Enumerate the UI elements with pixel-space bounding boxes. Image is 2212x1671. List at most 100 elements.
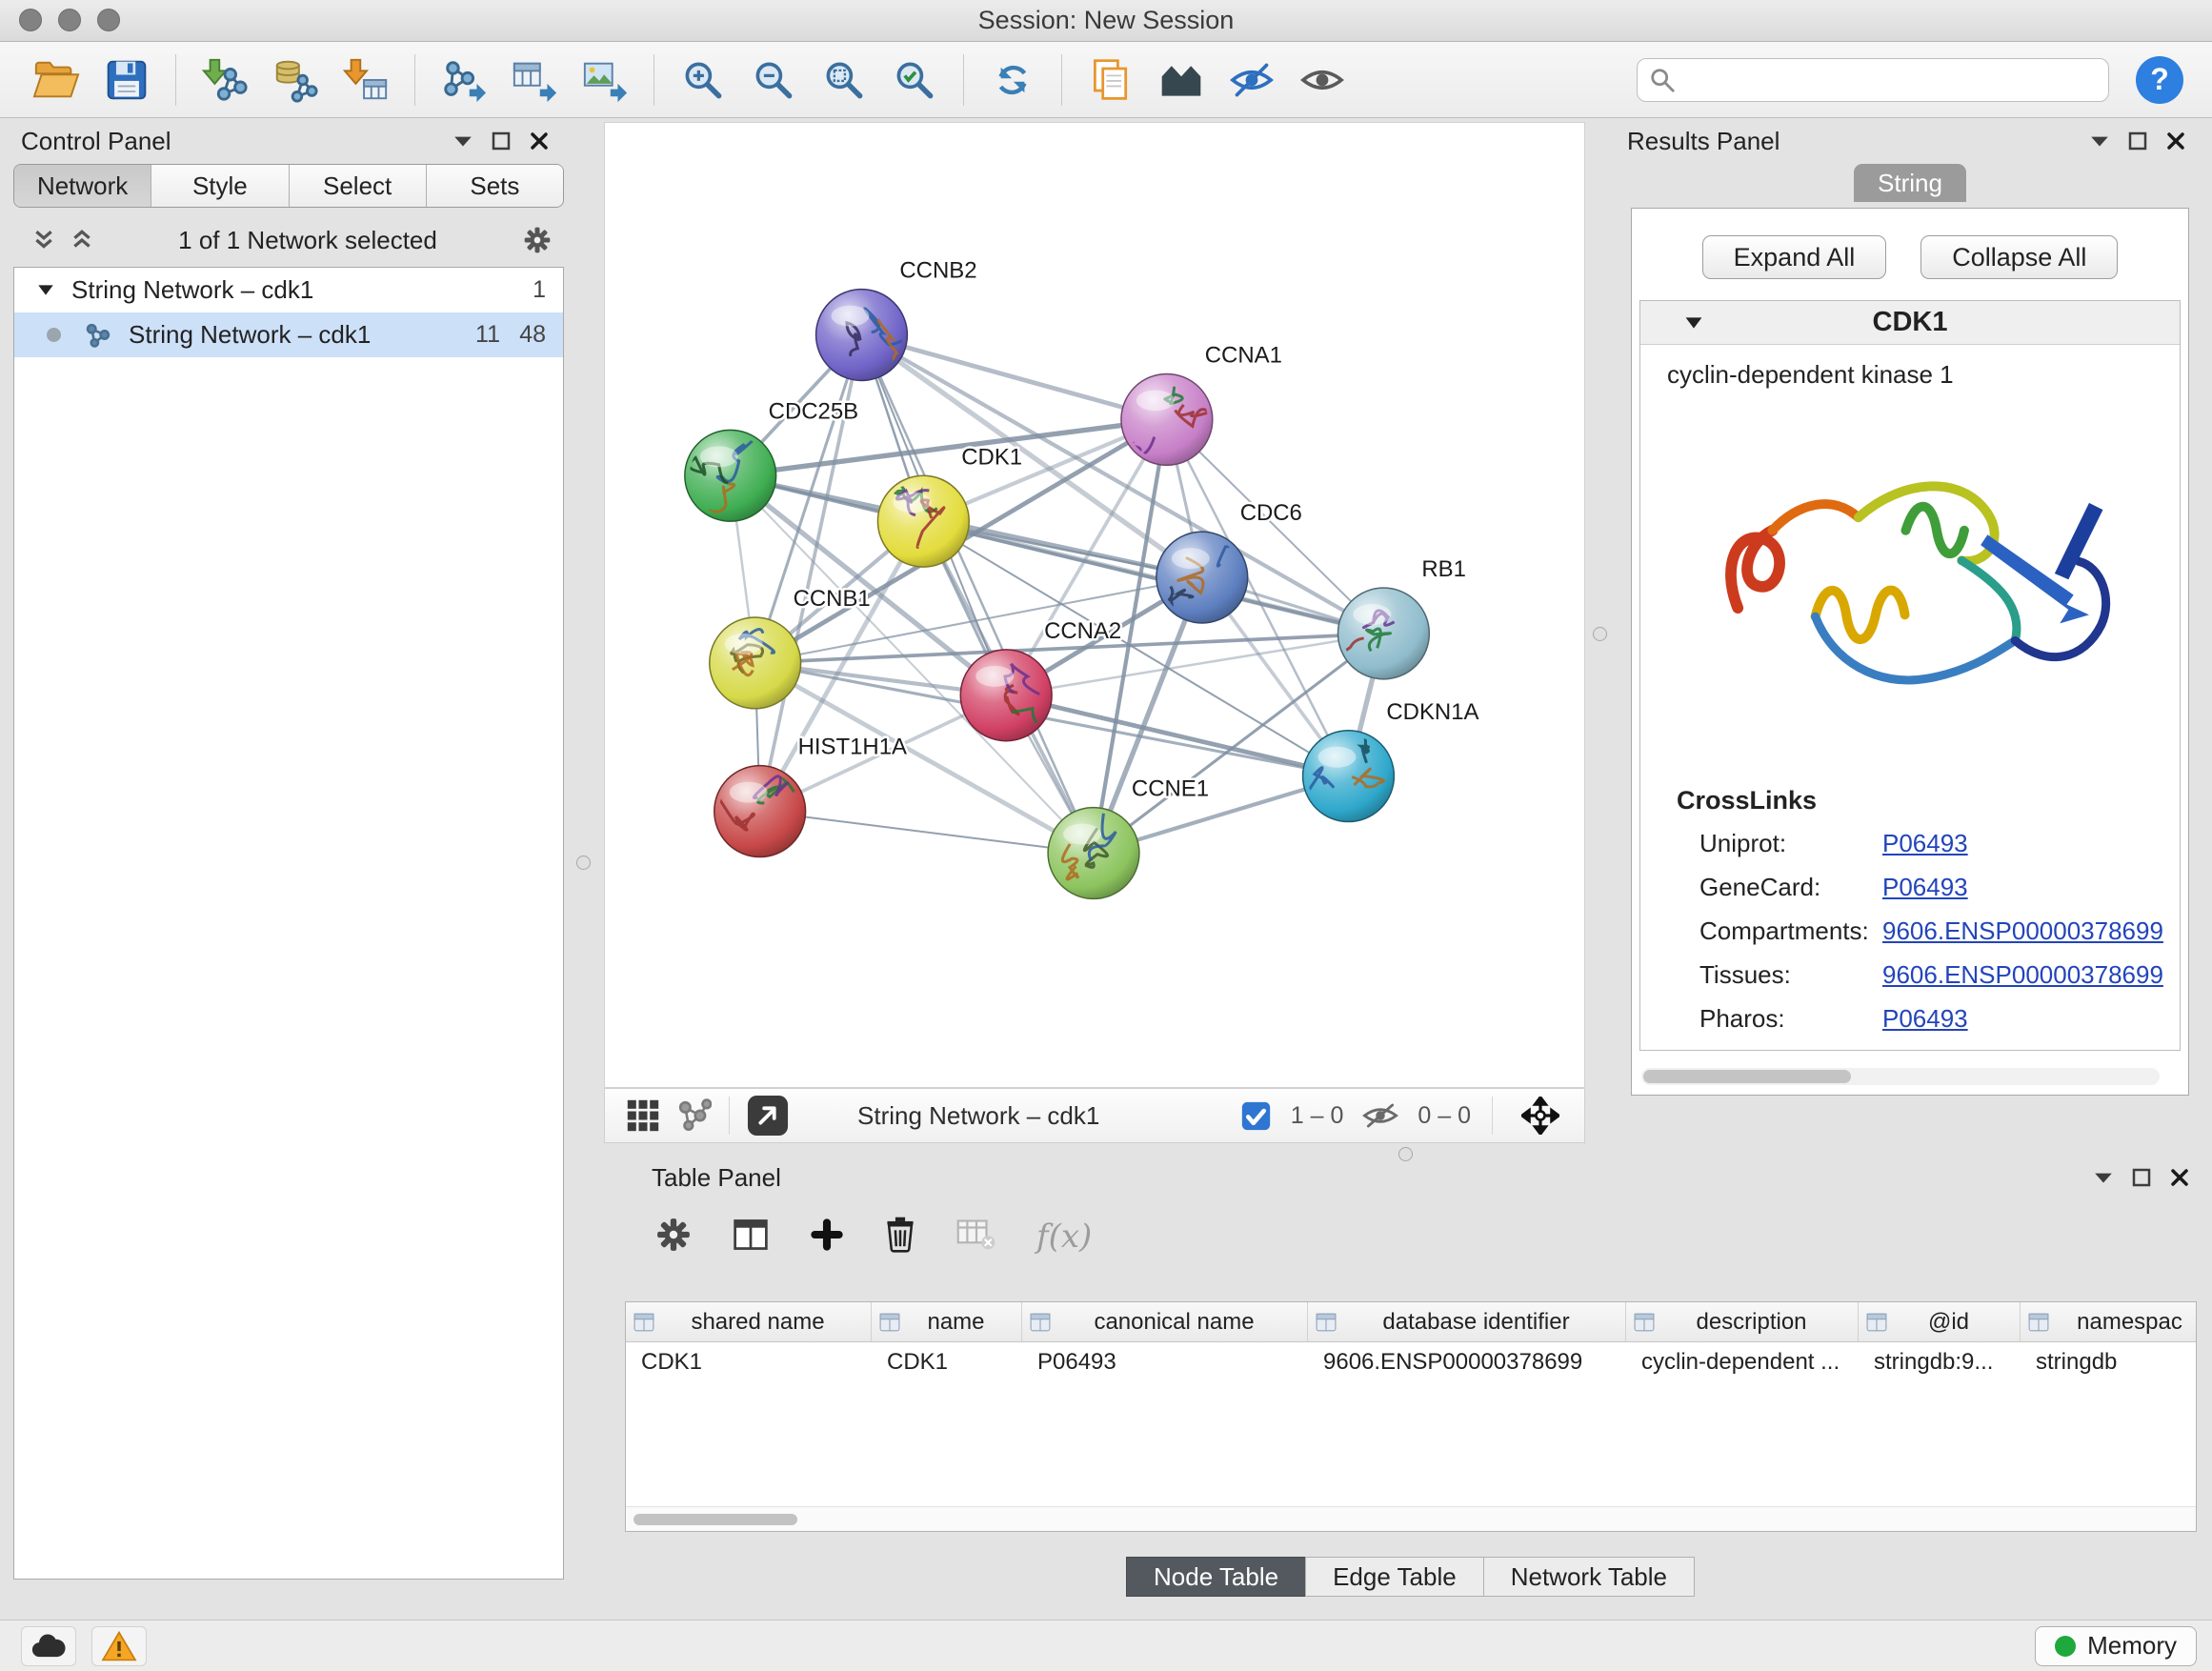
eye-slash-blue-icon [1229,60,1275,100]
column-header-namespac[interactable]: namespac [2021,1302,2196,1341]
table-row[interactable]: CDK1CDK1P064939606.ENSP00000378699cyclin… [626,1342,2196,1382]
scrollbar-thumb[interactable] [1643,1070,1851,1083]
splitter-handle-bottom[interactable] [1398,1147,1413,1161]
binoculars-button[interactable] [1151,50,1212,111]
tab-style[interactable]: Style [151,165,289,207]
tab-network[interactable]: Network [14,165,151,207]
tab-string[interactable]: String [1854,164,1966,202]
crosslink-row: Uniprot:P06493 [1699,829,2180,858]
results-horizontal-scrollbar[interactable] [1641,1068,2160,1085]
float-panel-icon[interactable] [484,127,518,155]
table-options-gear-icon[interactable] [655,1217,692,1258]
hidden-eye-slash-icon[interactable] [1362,1100,1398,1131]
import-network-database-button[interactable] [265,50,326,111]
expand-all-button[interactable]: Expand All [1702,235,1887,279]
hide-selected-button[interactable] [1221,50,1282,111]
maximize-window-button[interactable] [97,9,120,31]
disclosure-triangle-icon[interactable] [1684,316,1703,330]
selected-checkbox-icon[interactable] [1240,1100,1272,1132]
splitter-handle-right[interactable] [1593,627,1607,641]
crosslink-link[interactable]: P06493 [1882,873,1968,902]
open-session-button[interactable] [26,50,87,111]
panel-menu-icon[interactable] [446,127,480,155]
show-columns-icon[interactable] [732,1216,770,1258]
search-input[interactable] [1685,64,2097,95]
memory-button[interactable]: Memory [2035,1626,2197,1666]
tab-edge-table[interactable]: Edge Table [1305,1557,1484,1597]
float-panel-icon[interactable] [2121,127,2155,155]
network-options-gear-icon[interactable] [520,226,554,254]
show-all-button[interactable] [1292,50,1353,111]
column-header--id[interactable]: @id [1859,1302,2021,1341]
tab-select[interactable]: Select [290,165,427,207]
network-node-HIST1H1A[interactable] [714,766,806,857]
disclosure-triangle-icon[interactable] [37,284,54,296]
export-table-button[interactable] [504,50,565,111]
export-image-button[interactable] [574,50,635,111]
crosslink-link[interactable]: 9606.ENSP00000378699 [1882,916,2163,946]
create-column-plus-icon[interactable] [810,1218,844,1257]
minimize-window-button[interactable] [58,9,81,31]
save-session-button[interactable] [96,50,157,111]
network-node-CDKN1A[interactable] [1291,731,1394,822]
tab-network-table[interactable]: Network Table [1483,1557,1695,1597]
tab-node-table[interactable]: Node Table [1126,1557,1306,1597]
crosslink-link[interactable]: P06493 [1882,829,1968,858]
column-header-database-identifier[interactable]: database identifier [1308,1302,1626,1341]
network-graph[interactable]: CCNB2CCNA1CDC25BCDK1CDC6RB1CCNB1CCNA2CDK… [605,123,1584,1087]
network-node-CDK1[interactable] [877,475,969,567]
network-node-CCNB2[interactable] [816,290,913,381]
network-node-CCNA2[interactable] [960,650,1055,741]
close-window-button[interactable] [19,9,42,31]
fit-content-crosshair-icon[interactable] [1521,1097,1559,1135]
network-canvas[interactable]: CCNB2CCNA1CDC25BCDK1CDC6RB1CCNB1CCNA2CDK… [604,122,1585,1088]
close-panel-icon[interactable] [522,127,556,155]
network-node-CCNE1[interactable] [1048,797,1139,899]
network-node-CDC6[interactable] [1156,531,1253,623]
apply-layout-button[interactable] [982,50,1043,111]
zoom-in-button[interactable] [673,50,734,111]
column-header-description[interactable]: description [1626,1302,1859,1341]
column-header-shared-name[interactable]: shared name [626,1302,872,1341]
copy-document-button[interactable] [1080,50,1141,111]
import-table-file-button[interactable] [335,50,396,111]
scrollbar-thumb[interactable] [633,1514,797,1525]
network-node-RB1[interactable] [1315,588,1429,679]
splitter-handle-left[interactable] [576,856,591,870]
cloud-status-button[interactable] [21,1626,76,1666]
network-node-CDC25B[interactable] [685,430,776,521]
panel-menu-icon[interactable] [2082,127,2117,155]
function-builder-icon[interactable]: f(x) [1036,1218,1092,1256]
zoom-fit-button[interactable] [814,50,875,111]
import-network-file-button[interactable] [194,50,255,111]
expand-all-networks-icon[interactable] [65,226,99,254]
toolbar-search[interactable] [1637,58,2109,102]
open-in-window-button[interactable] [747,1095,789,1137]
network-row[interactable]: String Network – cdk1 11 48 [14,312,563,357]
panel-menu-icon[interactable] [2086,1163,2121,1192]
column-header-name[interactable]: name [872,1302,1022,1341]
help-button[interactable]: ? [2136,56,2183,104]
zoom-out-button[interactable] [743,50,804,111]
collapse-all-networks-icon[interactable] [27,226,61,254]
grid-view-button[interactable] [626,1098,660,1133]
network-overview-button[interactable] [675,1097,712,1134]
crosslink-link[interactable]: 9606.ENSP00000378699 [1882,960,2163,990]
gene-header[interactable]: CDK1 [1640,301,2180,345]
export-network-button[interactable] [433,50,494,111]
collapse-all-button[interactable]: Collapse All [1920,235,2118,279]
zoom-selected-button[interactable] [884,50,945,111]
network-node-CCNA1[interactable] [1121,373,1213,465]
float-panel-icon[interactable] [2124,1163,2159,1192]
warnings-button[interactable] [91,1626,147,1666]
table-horizontal-scrollbar[interactable] [626,1506,2196,1531]
close-panel-icon[interactable] [2159,127,2193,155]
network-collection-row[interactable]: String Network – cdk1 1 [14,268,563,312]
network-node-CCNB1[interactable] [710,617,801,709]
delete-column-trash-icon[interactable] [884,1216,916,1258]
tab-sets[interactable]: Sets [427,165,563,207]
gene-symbol: CDK1 [1640,307,2180,338]
column-header-canonical-name[interactable]: canonical name [1022,1302,1308,1341]
crosslink-link[interactable]: P06493 [1882,1004,1968,1034]
close-panel-icon[interactable] [2162,1163,2197,1192]
